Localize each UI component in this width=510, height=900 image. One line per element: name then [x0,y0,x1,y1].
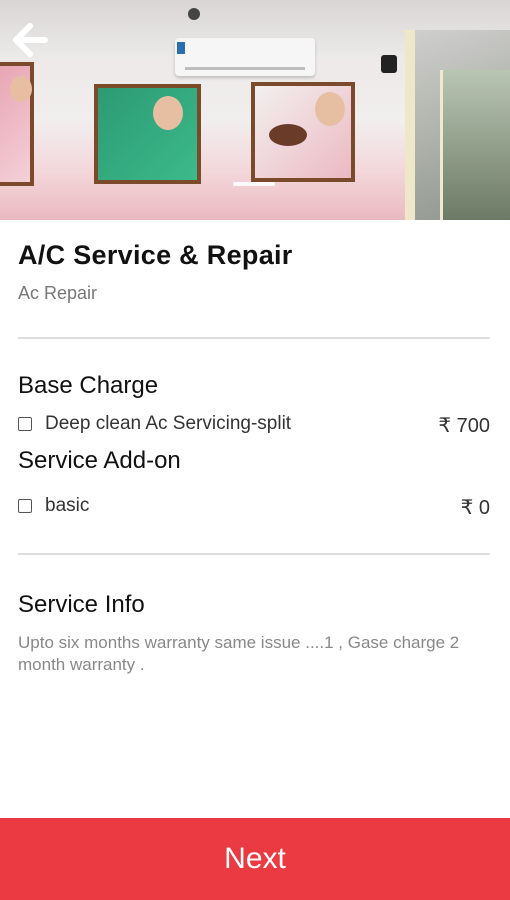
banner-poster-face [10,76,32,102]
service-info-heading: Service Info [18,591,145,618]
banner-poster-right [251,82,355,182]
base-charge-option-label: Deep clean Ac Servicing-split [45,413,292,434]
banner-poster-face [315,92,345,126]
banner-poster-left [0,62,34,186]
service-add-on-heading: Service Add-on [18,447,181,474]
arrow-left-icon [13,23,48,57]
divider [18,553,490,555]
base-charge-checkbox[interactable] [18,417,32,431]
service-category: Ac Repair [18,283,98,303]
banner-air-conditioner [175,38,315,76]
base-charge-heading: Base Charge [18,372,159,399]
banner-poster-center [94,84,201,184]
base-charge-option[interactable]: Deep clean Ac Servicing-split ₹ 700 [18,413,492,437]
banner-poster-cake [269,124,307,146]
divider [18,337,490,339]
banner-slider-indicator[interactable] [233,182,275,186]
base-charge-option-price: ₹ 700 [438,415,490,437]
banner-ac-tag [177,42,185,54]
banner-speaker [381,55,397,73]
service-info-text: Upto six months warranty same issue ....… [18,633,460,674]
add-on-option-label: basic [45,495,90,516]
next-button[interactable]: Next [0,818,510,900]
service-title: A/C Service & Repair [18,240,293,270]
banner-window [405,30,510,220]
add-on-option-price: ₹ 0 [460,497,490,519]
back-button[interactable] [10,20,50,60]
add-on-option[interactable]: basic ₹ 0 [18,495,492,519]
banner-camera [188,8,200,20]
service-details: A/C Service & Repair Ac Repair Base Char… [18,240,492,676]
next-button-label: Next [224,842,286,875]
banner-window-pane [440,70,510,220]
banner-poster-face [153,96,183,130]
service-banner-image [0,0,510,220]
banner-ac-vent [185,67,305,70]
add-on-checkbox[interactable] [18,499,32,513]
